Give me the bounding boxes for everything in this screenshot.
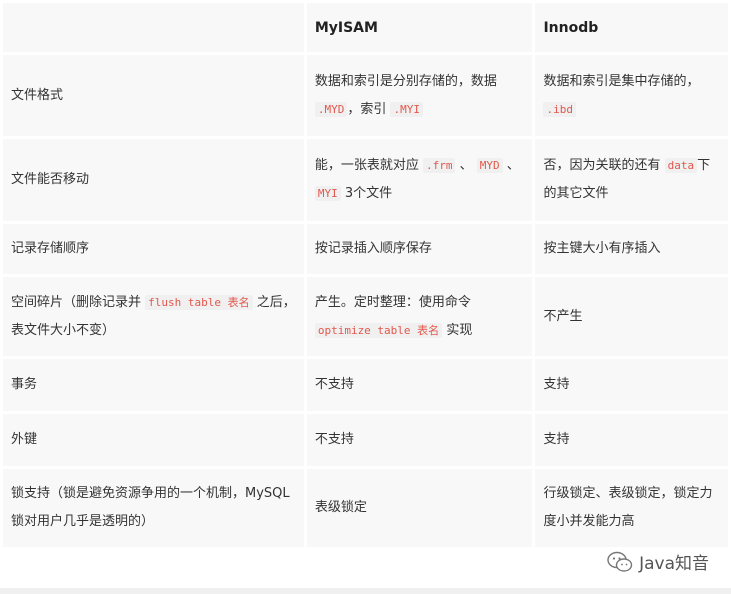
row-label: 锁支持（锁是避免资源争用的一个机制，MySQL锁对用户几乎是透明的） — [3, 469, 304, 547]
myisam-cell: 按记录插入顺序保存 — [306, 224, 533, 274]
myisam-cell: 能，一张表就对应 .frm 、 MYD 、 MYI 3个文件 — [306, 139, 533, 221]
innodb-cell: 数据和索引是集中存储的， .ibd — [535, 55, 728, 136]
table-row: 文件能否移动 能，一张表就对应 .frm 、 MYD 、 MYI 3个文件 否，… — [3, 139, 728, 221]
innodb-cell: 否，因为关联的还有 data 下的其它文件 — [535, 139, 728, 221]
row-label: 事务 — [3, 359, 304, 411]
table-row: 锁支持（锁是避免资源争用的一个机制，MySQL锁对用户几乎是透明的） 表级锁定 … — [3, 469, 728, 547]
row-label: 记录存储顺序 — [3, 224, 304, 274]
watermark: Java知音 — [607, 549, 709, 574]
innodb-cell: 不产生 — [535, 277, 728, 356]
header-innodb: Innodb — [535, 3, 728, 52]
innodb-cell: 支持 — [535, 414, 728, 466]
header-myisam: MyISAM — [306, 3, 533, 52]
row-label: 外键 — [3, 414, 304, 466]
comparison-table: MyISAM Innodb 文件格式 数据和索引是分别存储的，数据 .MYD ，索… — [0, 0, 731, 550]
myisam-cell: 不支持 — [306, 359, 533, 411]
myisam-cell: 数据和索引是分别存储的，数据 .MYD ，索引 .MYI — [306, 55, 533, 136]
table-row: 记录存储顺序 按记录插入顺序保存 按主键大小有序插入 — [3, 224, 728, 274]
watermark-text: Java知音 — [639, 554, 709, 574]
row-label: 文件格式 — [3, 55, 304, 136]
innodb-cell: 行级锁定、表级锁定，锁定力度小并发能力高 — [535, 469, 728, 547]
myisam-cell: 产生。定时整理：使用命令 optimize table 表名 实现 — [306, 277, 533, 356]
innodb-cell: 支持 — [535, 359, 728, 411]
wechat-icon — [607, 551, 633, 572]
header-empty-cell — [3, 3, 304, 52]
table-row: 文件格式 数据和索引是分别存储的，数据 .MYD ，索引 .MYI 数据和索引是集… — [3, 55, 728, 136]
header-row: MyISAM Innodb — [3, 3, 728, 52]
bottom-divider — [0, 588, 731, 594]
myisam-cell: 不支持 — [306, 414, 533, 466]
innodb-cell: 按主键大小有序插入 — [535, 224, 728, 274]
table-row: 空间碎片（删除记录并 flush table 表名 之后，表文件大小不变） 产生… — [3, 277, 728, 356]
table-row: 事务 不支持 支持 — [3, 359, 728, 411]
table-row: 外键 不支持 支持 — [3, 414, 728, 466]
row-label: 文件能否移动 — [3, 139, 304, 221]
row-label: 空间碎片（删除记录并 flush table 表名 之后，表文件大小不变） — [3, 277, 304, 356]
myisam-cell: 表级锁定 — [306, 469, 533, 547]
